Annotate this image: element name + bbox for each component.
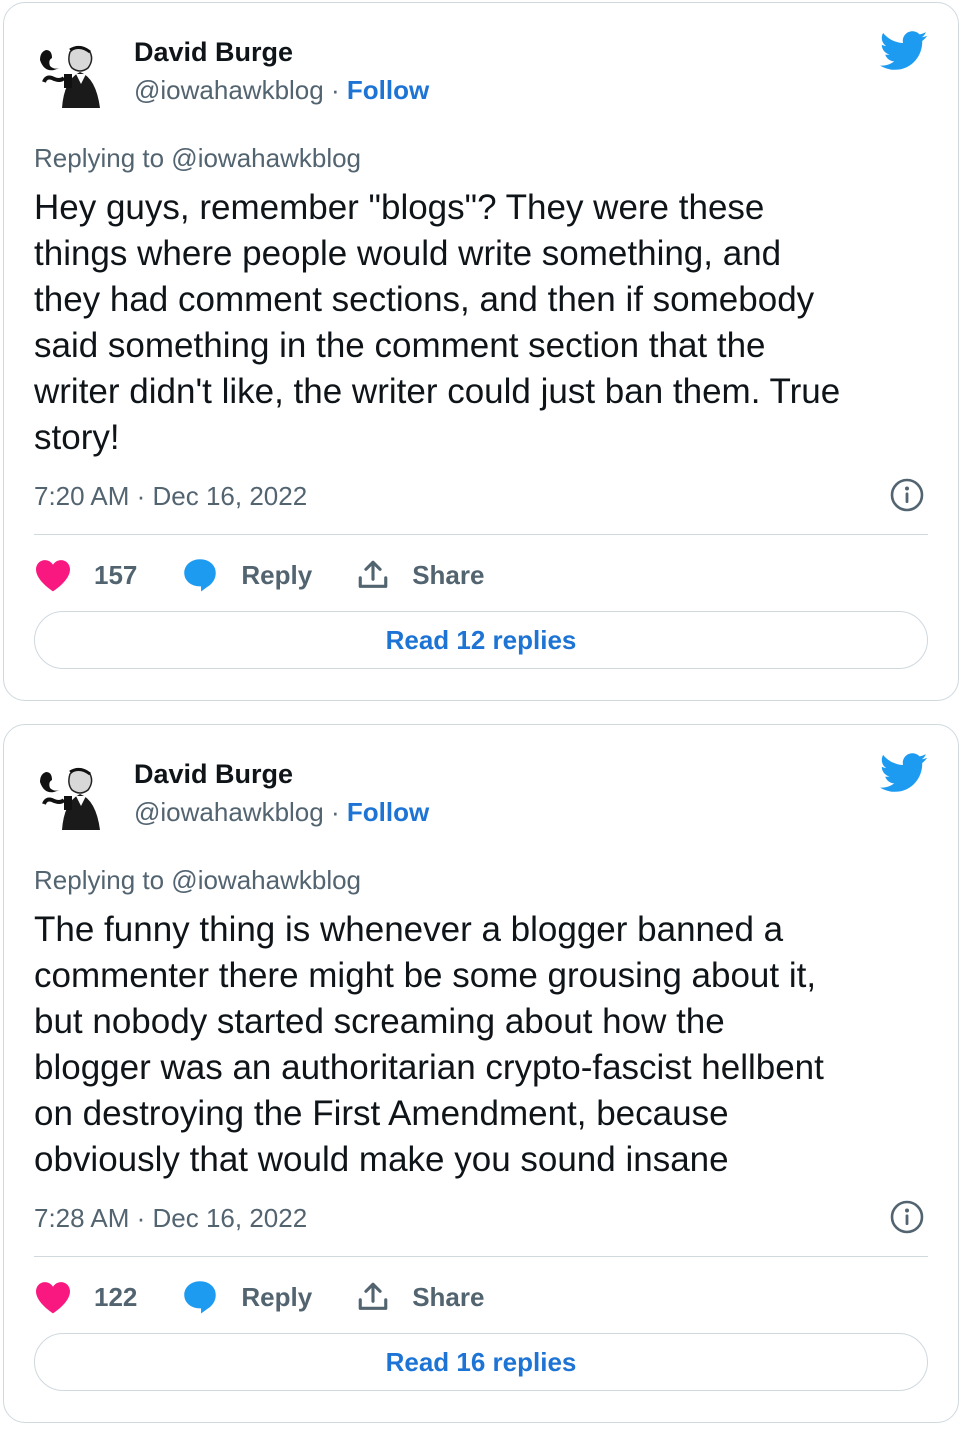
- separator-dot: ·: [330, 797, 340, 827]
- separator-dot: ·: [330, 75, 340, 105]
- tweet-text: Hey guys, remember "blogs"? They were th…: [34, 188, 841, 457]
- reply-button[interactable]: Reply: [181, 1279, 312, 1315]
- twitter-bird-icon[interactable]: [880, 31, 928, 71]
- info-icon[interactable]: [890, 478, 924, 512]
- author-handle[interactable]: @iowahawkblog: [134, 75, 324, 105]
- tweet-text: The funny thing is whenever a blogger ba…: [34, 910, 824, 1179]
- twitter-bird-icon[interactable]: [880, 753, 928, 793]
- avatar[interactable]: [34, 760, 100, 830]
- like-button[interactable]: 122: [34, 1280, 137, 1314]
- tweet-card: David Burge @iowahawkblog · Follow Reply…: [3, 2, 959, 701]
- divider: [34, 1256, 928, 1257]
- action-bar: 122 Reply Share: [34, 1277, 528, 1317]
- reply-label: Reply: [241, 559, 313, 590]
- info-icon[interactable]: [890, 1200, 924, 1234]
- reply-label: Reply: [241, 1281, 313, 1312]
- share-button[interactable]: Share: [356, 1280, 484, 1314]
- replying-to[interactable]: Replying to @iowahawkblog: [34, 865, 361, 896]
- follow-button[interactable]: Follow: [347, 75, 429, 105]
- author-handle-row: @iowahawkblog · Follow: [134, 797, 429, 828]
- read-replies-button[interactable]: Read 12 replies: [34, 611, 928, 669]
- like-count: 122: [94, 1281, 138, 1312]
- read-replies-button[interactable]: Read 16 replies: [34, 1333, 928, 1391]
- replying-to[interactable]: Replying to @iowahawkblog: [34, 143, 361, 174]
- follow-button[interactable]: Follow: [347, 797, 429, 827]
- tweet-timestamp[interactable]: 7:28 AM · Dec 16, 2022: [34, 1203, 307, 1234]
- divider: [34, 534, 928, 535]
- author-name[interactable]: David Burge: [134, 759, 293, 790]
- reply-bubble-icon: [184, 559, 217, 592]
- tweet-timestamp[interactable]: 7:20 AM · Dec 16, 2022: [34, 481, 307, 512]
- share-icon: [358, 560, 388, 588]
- author-handle[interactable]: @iowahawkblog: [134, 797, 324, 827]
- share-icon: [358, 1282, 388, 1310]
- heart-icon: [36, 560, 70, 592]
- like-button[interactable]: 157: [34, 558, 137, 592]
- like-count: 157: [94, 559, 138, 590]
- share-label: Share: [412, 1281, 485, 1312]
- author-name[interactable]: David Burge: [134, 37, 293, 68]
- avatar[interactable]: [34, 38, 100, 108]
- reply-button[interactable]: Reply: [181, 557, 312, 593]
- share-button[interactable]: Share: [356, 558, 484, 592]
- reply-bubble-icon: [184, 1281, 217, 1314]
- tweet-card: David Burge @iowahawkblog · Follow Reply…: [3, 724, 959, 1423]
- action-bar: 157 Reply Share: [34, 555, 528, 595]
- author-handle-row: @iowahawkblog · Follow: [134, 75, 429, 106]
- share-label: Share: [412, 559, 485, 590]
- heart-icon: [36, 1282, 70, 1314]
